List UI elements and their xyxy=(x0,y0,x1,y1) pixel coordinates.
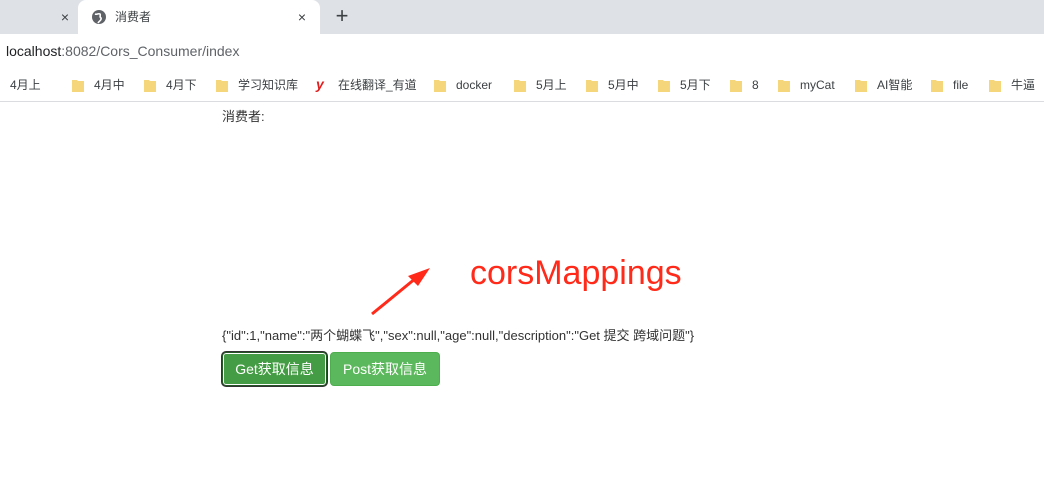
new-tab-button[interactable]: + xyxy=(331,5,353,28)
globe-icon xyxy=(92,10,106,24)
folder-icon xyxy=(586,80,598,92)
result-text: {"id":1,"name":"两个蝴蝶飞","sex":null,"age":… xyxy=(222,328,695,343)
bookmark-label: myCat xyxy=(800,78,835,92)
bookmark-label: file xyxy=(953,78,969,92)
folder-icon xyxy=(658,80,670,92)
bookmark-label: 牛逼 xyxy=(1011,78,1036,92)
bookmarks-bar: 4月上 4月中 4月下 学习知识库 y 在线翻译_有道 docker 5月上 5… xyxy=(0,68,1044,102)
bookmark-label: 4月中 xyxy=(94,78,125,92)
post-info-button[interactable]: Post获取信息 xyxy=(330,352,440,386)
youdao-icon: y xyxy=(316,76,324,92)
bookmark-label: 5月中 xyxy=(608,78,639,92)
bookmark-label: 4月下 xyxy=(166,78,197,92)
cors-annotation: corsMappings xyxy=(470,254,682,292)
bookmark-label: 学习知识库 xyxy=(238,78,299,92)
close-tab-icon[interactable]: × xyxy=(294,9,310,25)
page-heading: 消费者: xyxy=(222,109,265,124)
folder-icon xyxy=(931,80,943,92)
bookmark-label: 5月上 xyxy=(536,78,567,92)
bookmark-label: docker xyxy=(456,78,493,92)
url-text[interactable]: localhost:8082/Cors_Consumer/index xyxy=(6,43,239,59)
bookmark-label: AI智能 xyxy=(877,78,913,92)
folder-icon xyxy=(216,80,228,92)
tab-previous[interactable]: × xyxy=(0,0,78,34)
folder-icon xyxy=(72,80,84,92)
tab-active[interactable]: 消费者 × xyxy=(78,0,320,34)
bookmark-label: 5月下 xyxy=(680,78,711,92)
address-bar[interactable]: localhost:8082/Cors_Consumer/index xyxy=(0,34,1044,68)
folder-icon xyxy=(989,80,1001,92)
folder-icon xyxy=(144,80,156,92)
url-path: :8082/Cors_Consumer/index xyxy=(61,43,240,59)
folder-icon xyxy=(778,80,790,92)
folder-icon xyxy=(855,80,867,92)
bookmark-label: 4月上 xyxy=(10,78,41,92)
tab-strip: × 消费者 × + xyxy=(0,0,1044,34)
url-host: localhost xyxy=(6,43,62,59)
tab-title: 消费者 xyxy=(115,10,152,24)
folder-icon xyxy=(514,80,526,92)
bookmark-label: 8 xyxy=(752,78,759,92)
get-info-button[interactable]: Get获取信息 xyxy=(222,352,327,386)
folder-icon xyxy=(730,80,742,92)
folder-icon xyxy=(434,80,446,92)
bookmark-label: 在线翻译_有道 xyxy=(338,78,417,92)
arrow-annotation-icon xyxy=(371,268,430,316)
close-tab-icon[interactable]: × xyxy=(57,9,73,25)
